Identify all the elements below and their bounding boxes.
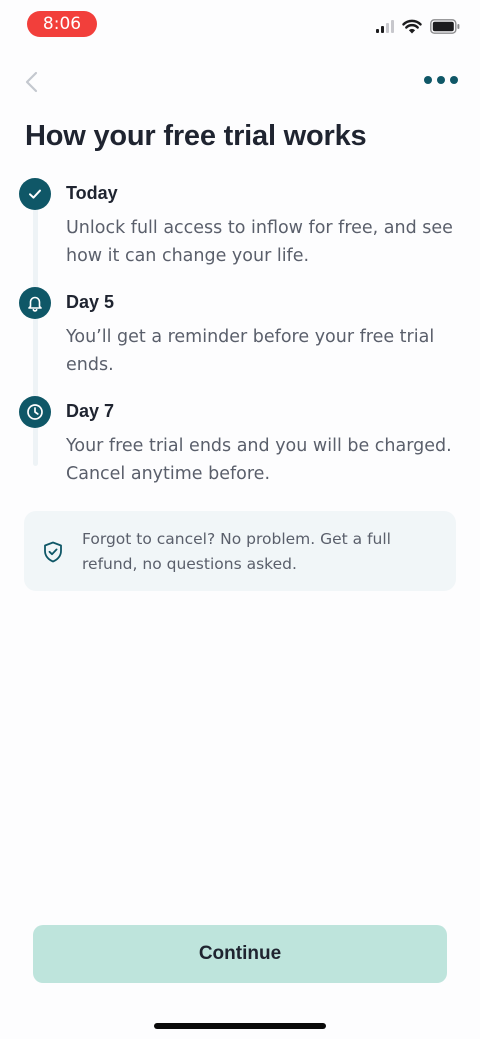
more-dots-icon[interactable] bbox=[424, 76, 458, 84]
step-description: Your free trial ends and you will be cha… bbox=[66, 436, 452, 484]
battery-icon bbox=[430, 19, 460, 34]
status-icons bbox=[376, 19, 460, 34]
home-indicator[interactable] bbox=[154, 1023, 326, 1029]
refund-info-card: Forgot to cancel? No problem. Get a full… bbox=[24, 511, 456, 591]
step-title: Day 5 bbox=[66, 292, 115, 312]
status-time: 8:06 bbox=[27, 11, 97, 37]
step-title: Day 7 bbox=[66, 401, 115, 421]
continue-button[interactable]: Continue bbox=[33, 925, 447, 983]
step-description: You’ll get a reminder before your free t… bbox=[66, 327, 435, 375]
status-bar: 8:06 bbox=[0, 0, 480, 48]
check-icon bbox=[19, 178, 51, 210]
chevron-left-icon[interactable] bbox=[22, 70, 42, 94]
page-title: How your free trial works bbox=[25, 120, 367, 152]
signal-icon bbox=[376, 20, 394, 33]
clock-icon bbox=[19, 396, 51, 428]
trial-screen: 8:06 How your free trial works Today Unl… bbox=[0, 0, 480, 1039]
step-title: Today bbox=[66, 183, 118, 203]
bell-icon bbox=[19, 287, 51, 319]
shield-check-icon bbox=[44, 541, 62, 563]
wifi-icon bbox=[402, 19, 422, 34]
step-description: Unlock full access to inflow for free, a… bbox=[66, 218, 453, 266]
refund-info-text: Forgot to cancel? No problem. Get a full… bbox=[82, 530, 391, 573]
